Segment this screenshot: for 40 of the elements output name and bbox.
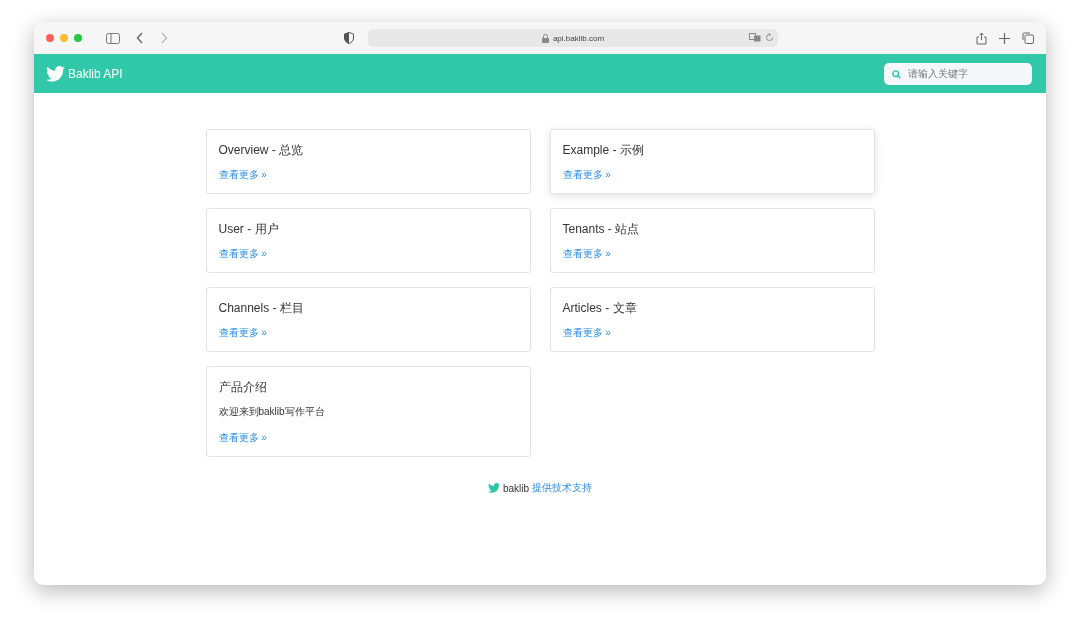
plus-icon[interactable] xyxy=(999,32,1010,44)
more-link[interactable]: 查看更多 » xyxy=(562,326,611,340)
site-title[interactable]: Baklib API xyxy=(68,66,123,81)
card[interactable]: Channels - 栏目 查看更多 » xyxy=(205,287,531,352)
card-description: 欢迎来到baklib写作平台 xyxy=(218,405,326,419)
more-link[interactable]: 查看更多 » xyxy=(562,247,611,261)
card[interactable]: Overview - 总览 查看更多 » xyxy=(205,129,531,194)
card[interactable]: User - 用户 查看更多 » xyxy=(205,208,531,273)
share-icon[interactable] xyxy=(976,31,987,45)
footer-logo: baklib xyxy=(502,482,530,494)
card[interactable]: 产品介绍 欢迎来到baklib写作平台 查看更多 » xyxy=(205,366,531,457)
translate-icon[interactable] xyxy=(749,33,761,42)
more-link[interactable]: 查看更多 » xyxy=(218,326,267,340)
bird-icon xyxy=(46,65,65,82)
search-field[interactable]: 请输入关键字 xyxy=(884,62,1032,85)
card[interactable]: Articles - 文章 查看更多 » xyxy=(549,287,875,352)
card-title: Overview - 总览 xyxy=(218,142,305,159)
card-title: 产品介绍 xyxy=(218,379,268,396)
tabs-icon[interactable] xyxy=(1022,32,1034,44)
sidebar-icon[interactable] xyxy=(106,32,120,44)
card[interactable]: Tenants - 站点 查看更多 » xyxy=(549,208,875,273)
shield-icon[interactable] xyxy=(344,32,354,44)
more-link[interactable]: 查看更多 » xyxy=(218,431,267,445)
close-icon[interactable] xyxy=(46,34,54,42)
back-icon[interactable] xyxy=(136,32,144,44)
address-bar[interactable]: api.baklib.com xyxy=(368,29,778,47)
url-text: api.baklib.com xyxy=(552,33,605,43)
more-link[interactable]: 查看更多 » xyxy=(562,168,611,182)
support-link[interactable]: 提供技术支持 xyxy=(532,481,593,495)
card-title: Articles - 文章 xyxy=(562,300,638,317)
more-link[interactable]: 查看更多 » xyxy=(218,247,267,261)
card-title: Channels - 栏目 xyxy=(218,300,305,317)
card[interactable]: Example - 示例 查看更多 » xyxy=(549,129,875,194)
card-title: Tenants - 站点 xyxy=(562,221,641,238)
reload-icon[interactable] xyxy=(765,33,774,42)
bird-icon xyxy=(487,483,500,493)
lock-icon xyxy=(541,33,549,43)
card-title: Example - 示例 xyxy=(562,142,645,159)
more-link[interactable]: 查看更多 » xyxy=(218,168,267,182)
card-title: User - 用户 xyxy=(218,221,280,238)
